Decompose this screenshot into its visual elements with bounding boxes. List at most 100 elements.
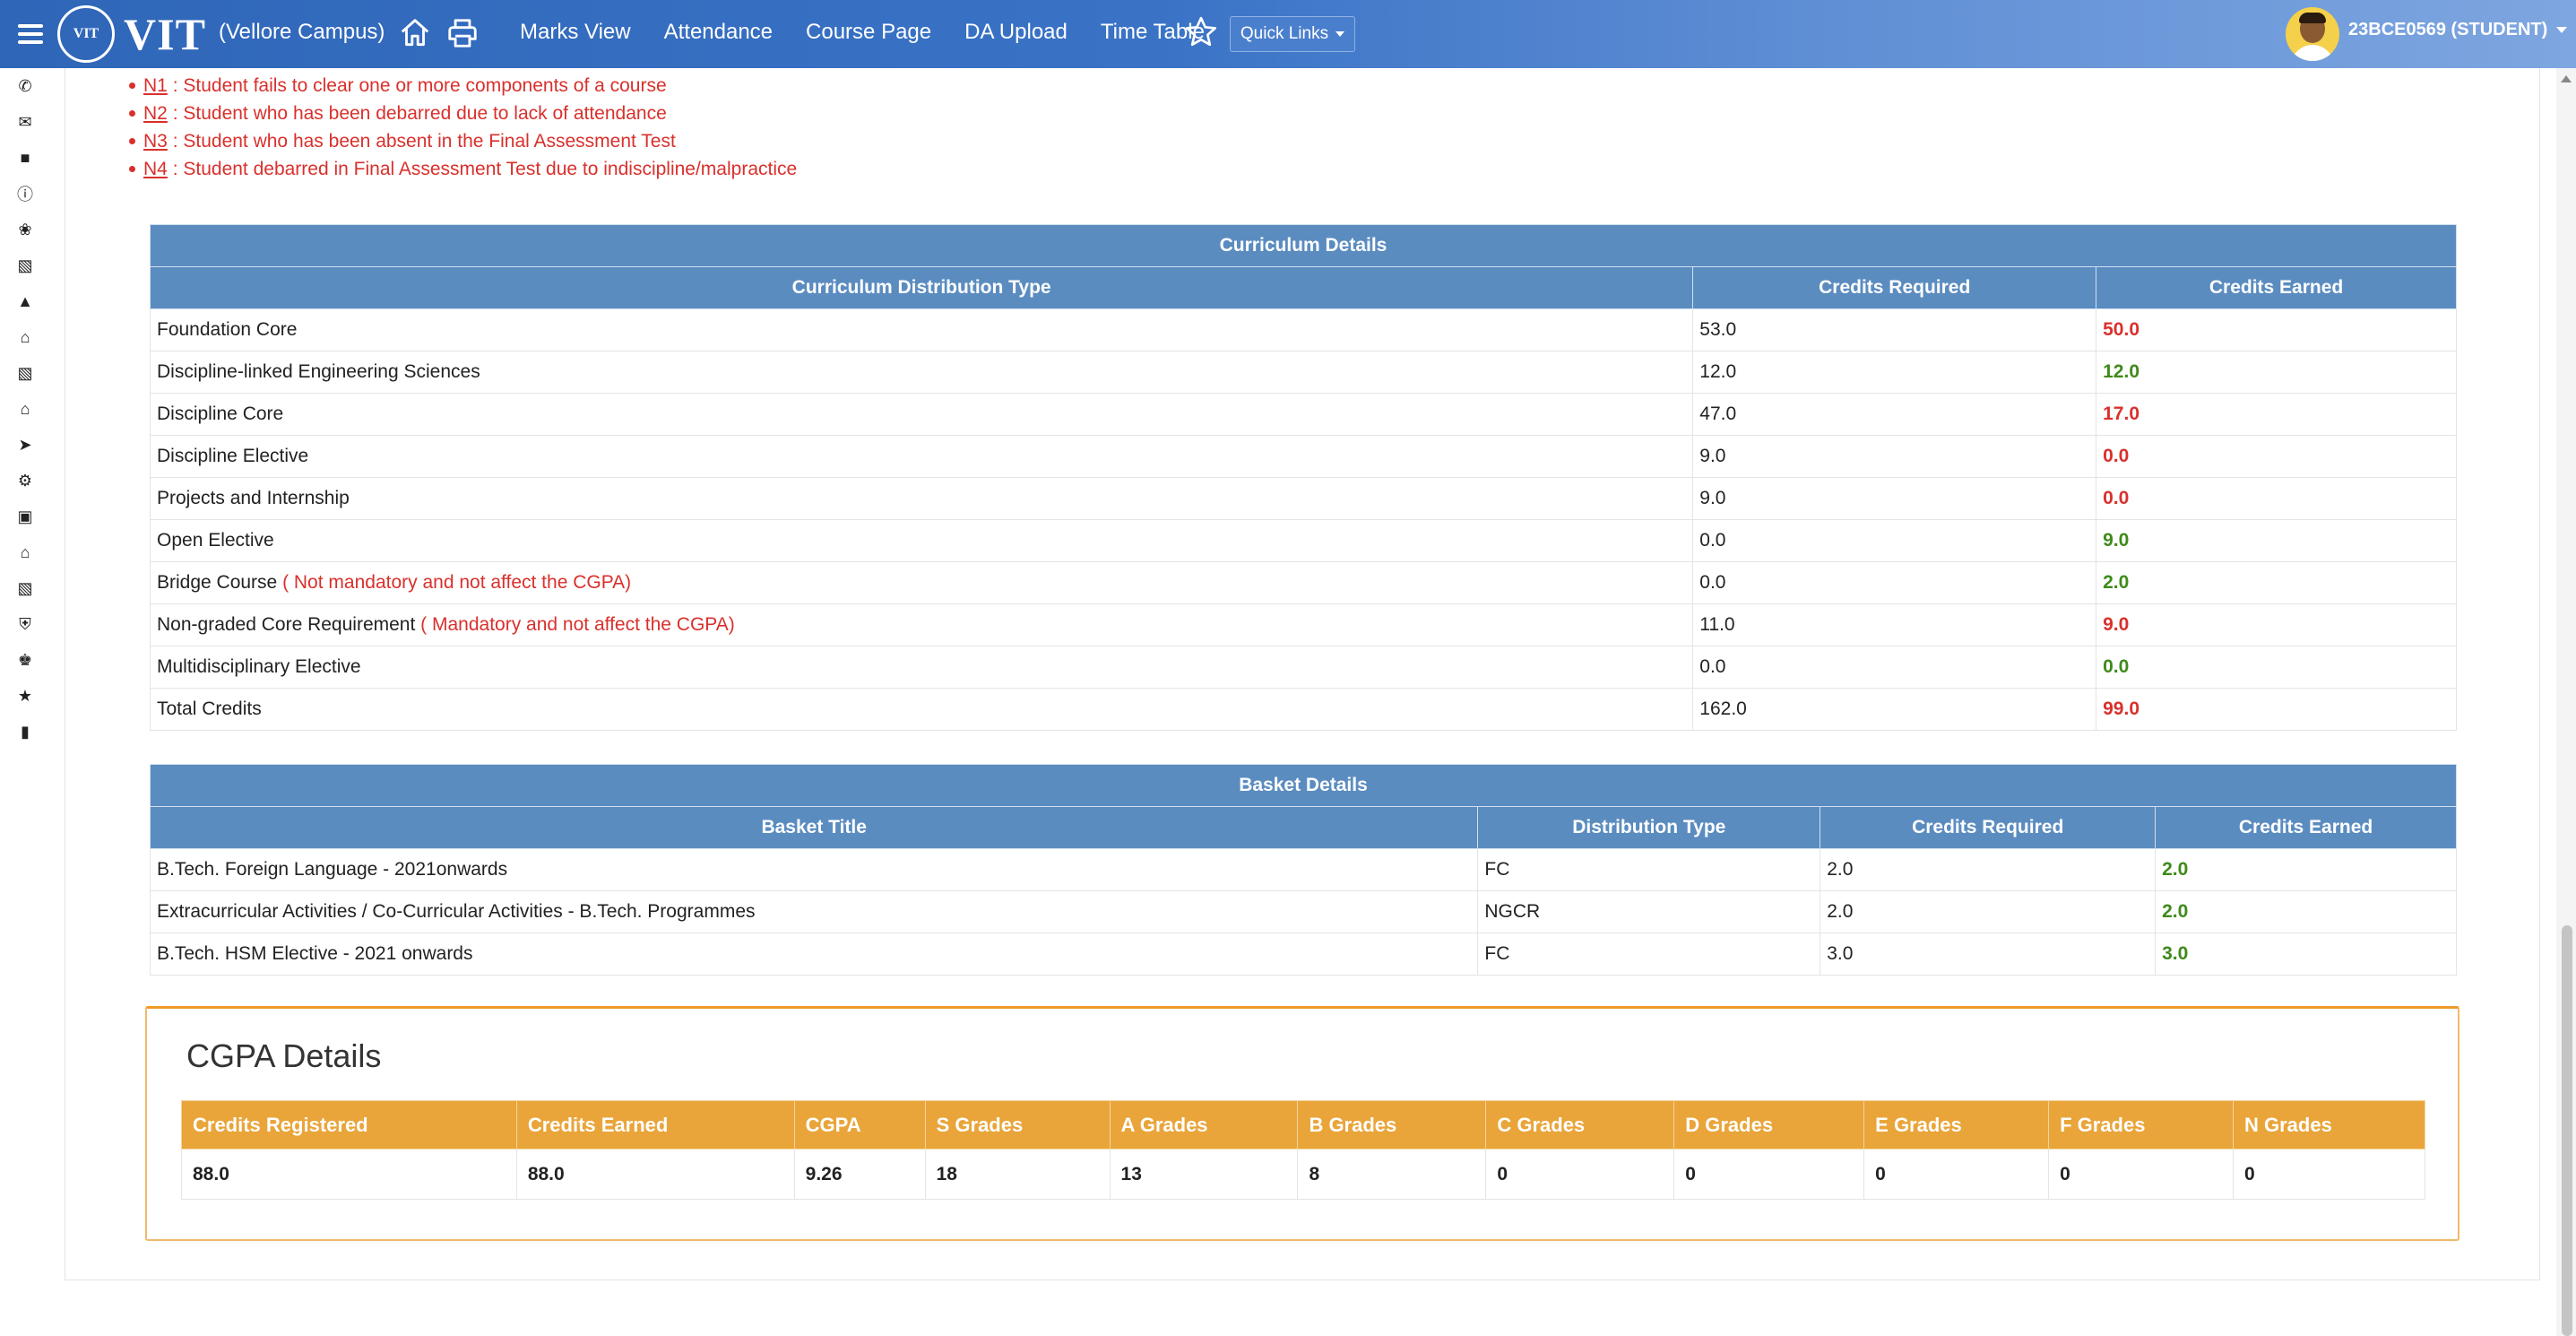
cgpa-value-cell: 9.26 [793,1149,926,1200]
info-icon[interactable]: ⓘ [15,184,35,204]
envelope-icon[interactable]: ✉ [15,112,35,132]
credits-required-cell: 53.0 [1692,308,2097,351]
print-icon[interactable] [445,16,480,50]
caret-down-icon [1336,31,1345,37]
credits-required-cell: 0.0 [1692,519,2097,562]
cgpa-value-cell: 0 [2048,1149,2234,1200]
table-row: Discipline Elective 9.0 0.0 [149,435,2457,478]
lock-icon[interactable]: ▮ [15,722,35,742]
col-header: Distribution Type [1477,806,1821,849]
credits-earned-cell: 9.0 [2096,519,2457,562]
gear-icon[interactable]: ⚙ [15,471,35,490]
cgpa-col-header: S Grades [924,1100,1111,1149]
table-row: B.Tech. Foreign Language - 2021onwards FC… [149,848,2457,891]
menu-icon[interactable] [18,20,43,48]
credits-required-cell: 47.0 [1692,393,2097,436]
paw-icon[interactable]: ❀ [15,220,35,239]
nav-attendance[interactable]: Attendance [664,20,773,45]
distribution-type-cell: FC [1477,933,1821,976]
legend-code[interactable]: N4 [143,159,168,179]
book-icon[interactable]: ▧ [15,578,35,598]
nav-marks-view[interactable]: Marks View [520,20,631,45]
vit-seal-icon: VIT [57,5,115,63]
home-icon[interactable]: ⌂ [15,542,35,562]
credits-earned-cell: 0.0 [2096,646,2457,689]
credits-earned-cell: 0.0 [2096,477,2457,520]
table-row: B.Tech. HSM Elective - 2021 onwards FC 3.0… [149,933,2457,976]
legend-item: N2 : Student who has been debarred due t… [128,100,797,127]
cgpa-col-header: Credits Earned [515,1100,795,1149]
money-icon[interactable]: ▣ [15,507,35,526]
legend-text: : Student who has been debarred due to l… [167,103,667,124]
credits-earned-cell: 3.0 [2155,933,2457,976]
distribution-type-cell: Projects and Internship [149,477,1694,520]
distribution-type-cell: FC [1477,848,1821,891]
quick-links-dropdown[interactable]: Quick Links [1230,16,1355,52]
credits-earned-cell: 2.0 [2096,561,2457,604]
table-row: Foundation Core 53.0 50.0 [149,308,2457,351]
user-id-label: 23BCE0569 (STUDENT) [2348,20,2548,39]
cgpa-value-cell: 13 [1109,1149,1299,1200]
col-header: Credits Required [1692,266,2097,309]
nav-da-upload[interactable]: DA Upload [964,20,1068,45]
credits-required-cell: 162.0 [1692,688,2097,731]
star-icon[interactable] [1183,14,1219,50]
legend-text: : Student fails to clear one or more com… [167,75,667,96]
vit-logo[interactable]: VIT VIT [57,5,206,63]
credits-earned-cell: 50.0 [2096,308,2457,351]
cgpa-value-cell: 8 [1297,1149,1487,1200]
legend-text: : Student who has been absent in the Fin… [167,131,676,152]
bank-icon[interactable]: ⌂ [15,399,35,419]
credits-required-cell: 0.0 [1692,561,2097,604]
page-scrollbar[interactable] [2556,68,2576,1336]
credits-earned-cell: 2.0 [2155,890,2457,933]
user-menu[interactable]: 23BCE0569 (STUDENT) [2348,20,2568,40]
basket-title: Basket Details [150,764,2457,807]
sidebar-rail: ✆ ✉ ■ ⓘ ❀ ▧ ▲ ⌂ ▧ ⌂ ➤ ⚙ ▣ ⌂ ▧ ⛨ ♚ ★ ▮ [0,68,50,1336]
table-row: Projects and Internship 9.0 0.0 [149,477,2457,520]
star-icon[interactable]: ★ [15,686,35,706]
credits-required-cell: 2.0 [1820,848,2157,891]
cgpa-col-header: B Grades [1297,1100,1487,1149]
legend-code[interactable]: N3 [143,131,168,152]
graduation-cap-icon[interactable]: ▲ [15,291,35,311]
phone-icon[interactable]: ✆ [15,76,35,96]
bank-icon[interactable]: ⌂ [15,327,35,347]
home-icon[interactable] [398,16,432,50]
basket-table: Basket Details Basket Title Distribution… [149,764,2457,976]
cgpa-col-header: C Grades [1485,1100,1675,1149]
credits-earned-cell: 0.0 [2096,435,2457,478]
col-header: Basket Title [149,806,1479,849]
avatar[interactable] [2286,7,2339,61]
cgpa-note: ( Not mandatory and not affect the CGPA) [277,572,632,593]
shield-icon[interactable]: ⛨ [15,614,35,634]
briefcase-icon[interactable]: ■ [15,148,35,168]
legend-text: : Student debarred in Final Assessment T… [167,159,798,179]
scroll-up-icon[interactable] [2561,75,2572,82]
table-row: Non-graded Core Requirement ( Mandatory … [149,603,2457,646]
credits-earned-cell: 17.0 [2096,393,2457,436]
trophy-icon[interactable]: ♚ [15,650,35,670]
book-icon[interactable]: ▧ [15,363,35,383]
legend-item: N1 : Student fails to clear one or more … [128,72,797,100]
cgpa-value-cell: 18 [924,1149,1111,1200]
credits-earned-cell: 99.0 [2096,688,2457,731]
nav-course-page[interactable]: Course Page [806,20,931,45]
table-row: Discipline-linked Engineering Sciences 12… [149,351,2457,394]
cgpa-value-cell: 0 [1863,1149,2050,1200]
col-header: Credits Required [1820,806,2157,849]
credits-required-cell: 9.0 [1692,435,2097,478]
cgpa-title: CGPA Details [186,1037,382,1074]
distribution-type-cell: Bridge Course ( Not mandatory and not af… [149,561,1694,604]
basket-title-cell: B.Tech. HSM Elective - 2021 onwards [149,933,1479,976]
campus-label: (Vellore Campus) [219,20,385,44]
logo-text: VIT [124,9,206,59]
col-header: Credits Earned [2155,806,2457,849]
cgpa-value-cell: 0 [1485,1149,1675,1200]
legend-code[interactable]: N1 [143,75,168,96]
plane-icon[interactable]: ➤ [15,435,35,455]
legend-code[interactable]: N2 [143,103,168,124]
credits-required-cell: 9.0 [1692,477,2097,520]
book-icon[interactable]: ▧ [15,256,35,275]
scrollbar-thumb[interactable] [2562,925,2572,1336]
